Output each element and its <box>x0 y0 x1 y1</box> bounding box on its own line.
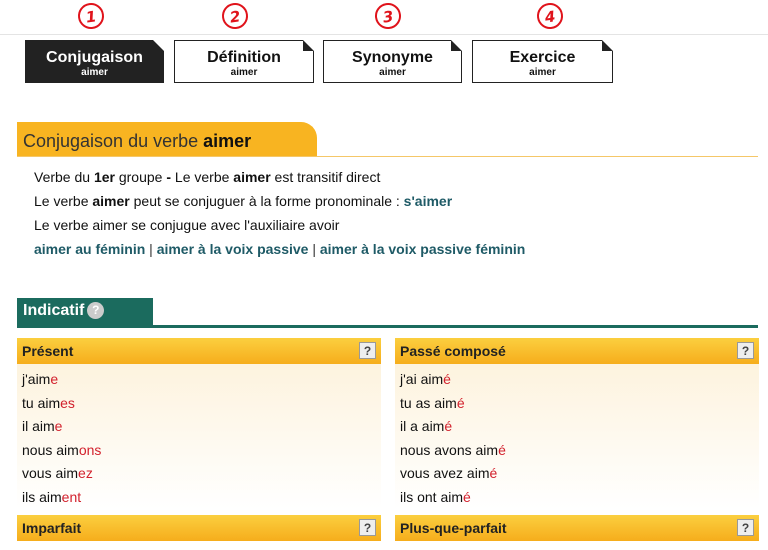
info-text: est transitif direct <box>270 169 381 185</box>
info-text: Verbe du <box>34 169 94 185</box>
conjugation-row: il a aimé <box>395 415 759 439</box>
section-title: Indicatif <box>23 302 85 319</box>
panel-body: j'aime tu aimes il aime nous aimons vous… <box>17 364 381 509</box>
section-underline <box>17 325 758 328</box>
page-title-verb: aimer <box>203 131 252 151</box>
conjugation-stem: j'aim <box>22 371 51 387</box>
info-text: Le verbe <box>34 193 93 209</box>
tab-synonyme[interactable]: Synonyme aimer <box>323 40 462 83</box>
tab-definition-title: Définition <box>207 49 281 66</box>
link-voix-passive[interactable]: aimer à la voix passive <box>157 241 309 257</box>
conjugation-ending: é <box>489 465 498 481</box>
annotation-4: 4 <box>535 1 565 31</box>
conjugation-row: tu as aimé <box>395 392 759 416</box>
conjugation-stem: ils ont aim <box>400 488 464 505</box>
link-voix-passive-feminin[interactable]: aimer à la voix passive féminin <box>320 241 525 257</box>
page-title-banner: Conjugaison du verbe aimer <box>17 122 317 157</box>
link-s-aimer[interactable]: s'aimer <box>404 193 452 209</box>
panel-present: Présent ? j'aime tu aimes il aime nous a… <box>17 338 381 509</box>
tense-title: Présent <box>22 343 74 359</box>
conjugation-stem: vous aim <box>22 465 79 481</box>
conjugation-ending: e <box>50 371 59 387</box>
link-separator: | <box>312 241 316 257</box>
conjugation-stem: tu aim <box>22 394 61 411</box>
panel-imparfait: Imparfait ? <box>17 515 381 541</box>
tab-exercice[interactable]: Exercice aimer <box>472 40 613 83</box>
tab-exercice-sub: aimer <box>529 67 556 78</box>
conjugation-stem: il a aim <box>400 418 445 434</box>
conjugation-row: nous aimons <box>17 439 381 463</box>
conjugation-stem: ils aim <box>22 488 62 505</box>
section-header-indicatif: Indicatif? <box>17 298 153 325</box>
conjugation-row: j'ai aimé <box>395 368 759 392</box>
help-icon[interactable]: ? <box>87 302 105 319</box>
help-icon[interactable]: ? <box>737 342 754 359</box>
panel-header: Imparfait ? <box>17 515 381 541</box>
tab-definition[interactable]: Définition aimer <box>174 40 314 83</box>
conjugation-row: tu aimes <box>17 392 381 416</box>
conjugation-ending: é <box>456 394 465 411</box>
tab-conjugaison-sub: aimer <box>81 67 108 78</box>
top-divider <box>0 34 768 35</box>
tense-title: Imparfait <box>22 520 82 536</box>
info-line-group: Verbe du 1er groupe - Le verbe aimer est… <box>34 168 380 186</box>
tense-title: Passé composé <box>400 343 506 359</box>
conjugation-row: j'aime <box>17 368 381 392</box>
conjugation-row: nous avons aimé <box>395 439 759 463</box>
conjugation-row: ils ont aimé <box>395 486 759 510</box>
help-icon[interactable]: ? <box>737 519 754 536</box>
panel-body: j'ai aimé tu as aimé il a aimé nous avon… <box>395 364 759 509</box>
tab-definition-sub: aimer <box>230 67 258 78</box>
conjugation-ending: é <box>463 488 471 505</box>
annotation-1: 1 <box>76 1 106 31</box>
panel-header: Présent ? <box>17 338 381 364</box>
conjugation-row: il aime <box>17 415 381 439</box>
conjugation-ending: é <box>444 418 453 434</box>
conjugation-ending: ent <box>61 488 82 505</box>
tab-synonyme-title: Synonyme <box>352 49 433 66</box>
conjugation-stem: vous avez aim <box>400 465 490 481</box>
conjugation-ending: ez <box>78 465 93 481</box>
conjugation-row: ils aiment <box>17 486 381 510</box>
info-line-auxiliary: Le verbe aimer se conjugue avec l'auxili… <box>34 217 340 233</box>
conjugation-ending: é <box>498 441 506 458</box>
conjugation-stem: il aim <box>22 418 55 434</box>
conjugation-row: vous avez aimé <box>395 462 759 486</box>
tense-title: Plus-que-parfait <box>400 520 507 536</box>
conjugation-stem: tu as aim <box>400 394 457 411</box>
help-icon[interactable]: ? <box>359 519 376 536</box>
tab-exercice-title: Exercice <box>509 49 576 66</box>
link-feminin[interactable]: aimer au féminin <box>34 241 145 257</box>
info-text: groupe <box>114 169 167 185</box>
conjugation-ending: ons <box>78 441 102 458</box>
conjugation-stem: nous avons aim <box>400 441 499 458</box>
conjugation-ending: es <box>60 394 75 411</box>
panel-header: Passé composé ? <box>395 338 759 364</box>
link-separator: | <box>149 241 153 257</box>
variant-links: aimer au féminin | aimer à la voix passi… <box>34 240 525 258</box>
info-text: peut se conjuguer à la forme pronominale… <box>129 193 404 209</box>
page-title: Conjugaison du verbe aimer <box>23 131 251 152</box>
info-line-pronominal: Le verbe aimer peut se conjuguer à la fo… <box>34 192 452 210</box>
tab-synonyme-sub: aimer <box>379 67 406 78</box>
tab-conjugaison-title: Conjugaison <box>46 49 143 66</box>
tab-conjugaison[interactable]: Conjugaison aimer <box>25 40 164 83</box>
conjugation-row: vous aimez <box>17 462 381 486</box>
info-verb: aimer <box>233 169 271 185</box>
info-text: Le verbe <box>171 169 234 185</box>
info-verb: aimer <box>92 193 130 209</box>
page-title-prefix: Conjugaison du verbe <box>23 131 204 151</box>
banner-underline <box>17 156 758 157</box>
conjugation-stem: j'ai aim <box>400 371 444 387</box>
help-icon[interactable]: ? <box>359 342 376 359</box>
conjugation-ending: e <box>54 418 63 434</box>
panel-header: Plus-que-parfait ? <box>395 515 759 541</box>
panel-plus-que-parfait: Plus-que-parfait ? <box>395 515 759 541</box>
annotation-3: 3 <box>373 1 403 31</box>
info-group-number: 1er <box>93 169 115 185</box>
conjugation-stem: nous aim <box>22 441 79 458</box>
panel-passe-compose: Passé composé ? j'ai aimé tu as aimé il … <box>395 338 759 509</box>
conjugation-ending: é <box>443 371 451 387</box>
annotation-2: 2 <box>220 1 250 31</box>
